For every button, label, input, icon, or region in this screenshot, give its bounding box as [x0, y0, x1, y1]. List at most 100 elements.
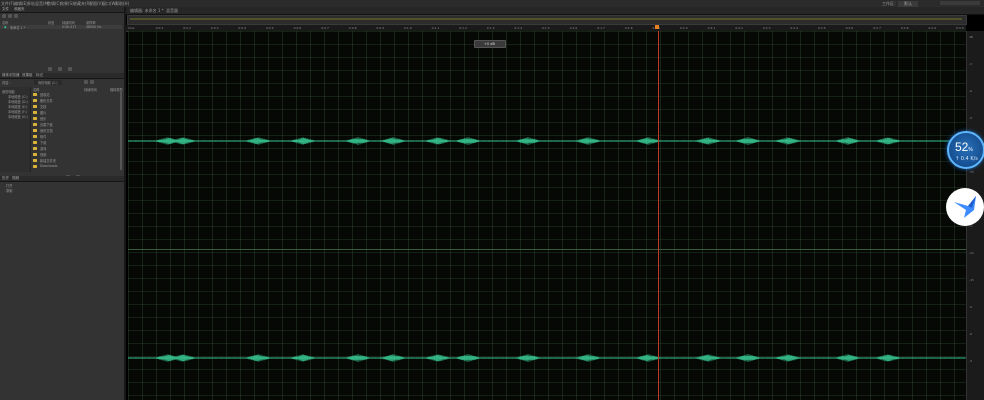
search-icon[interactable] — [58, 67, 62, 71]
waveform-svg — [128, 137, 966, 362]
tab-markers[interactable]: 标记 — [36, 73, 43, 78]
tree-item-g[interactable]: 本地磁盘 (G:) — [8, 114, 28, 119]
bird-icon — [954, 196, 976, 218]
list-item[interactable]: 下载 — [32, 140, 120, 145]
folder-icon — [33, 98, 37, 102]
waveform-file-icon: ◆ — [4, 25, 7, 29]
history-panel-header: 历史 视频 — [0, 176, 124, 182]
zoom-icon[interactable] — [48, 67, 52, 71]
scale-label: -21 — [969, 251, 974, 255]
list-item[interactable]: 文档 — [32, 104, 120, 109]
list-item[interactable]: 游戏 — [32, 146, 120, 151]
list-item-label: 视频 — [40, 153, 47, 157]
tab-video[interactable]: 视频 — [12, 176, 19, 181]
ruler-tick-label: 0:2.5 — [818, 26, 826, 30]
ruler-tick-label: 0:0.4 — [238, 26, 247, 30]
open-file-icon[interactable] — [2, 14, 6, 18]
folder-icon — [33, 140, 37, 144]
list-item[interactable]: 我的文档 — [32, 128, 120, 133]
editor-tabs: 编辑器: 未命名 1 * 混音器 — [126, 7, 984, 15]
media-panel-header: 媒体浏览器 效果组 标记 — [0, 73, 124, 79]
tab-favorites[interactable]: 收藏夹 — [14, 7, 25, 12]
back-icon[interactable] — [84, 80, 88, 84]
close-file-icon[interactable] — [14, 14, 18, 18]
ruler-tick-label: 0:0.1 — [155, 26, 164, 30]
ruler-tick-label: 0:0.5 — [266, 26, 274, 30]
list-item[interactable]: 迅雷下载 — [32, 122, 120, 127]
ruler-tick-label: 0:1.6 — [569, 26, 578, 30]
ruler-tick-label: 0:0.3 — [210, 26, 219, 30]
file-duration: 0:06.417 — [62, 25, 77, 29]
file-rate: 48000 Hz — [86, 25, 102, 29]
content-label: 内容： — [2, 81, 12, 85]
playhead-marker-icon[interactable] — [655, 25, 659, 29]
list-item[interactable]: 软件 — [32, 134, 120, 139]
folder-tree: 我的电脑 本地磁盘 (C:) 本地磁盘 (D:) 本地磁盘 (E:) 本地磁盘 … — [0, 87, 31, 172]
list-item[interactable]: 回收站 — [32, 92, 120, 97]
files-panel-header: 文件 收藏夹 — [0, 7, 124, 13]
delete-icon[interactable] — [68, 67, 72, 71]
tab-history[interactable]: 历史 — [2, 176, 9, 181]
waveform-tracks[interactable] — [128, 31, 966, 400]
folder-icon — [33, 110, 37, 114]
ruler-tick-label: 0:1.3 — [486, 26, 495, 30]
left-panel: 文件 收藏夹 名称 状态 持续时间 采样率 ◆ 未命名 1 * 0:06.417… — [0, 7, 126, 400]
network-speed-widget[interactable]: 52% ↑ 0.4 K/s — [947, 131, 984, 169]
list-item[interactable]: 音乐 — [32, 116, 120, 121]
tab-files[interactable]: 文件 — [2, 7, 9, 12]
list-item-label: 文档 — [40, 105, 47, 109]
folder-icon — [33, 122, 37, 126]
net-percent: 52% — [955, 140, 973, 154]
ruler-tick-label: 0:1.7 — [597, 26, 605, 30]
list-item-label: 回收站 — [40, 93, 50, 97]
ruler-tick-label: 0:1.2 — [459, 26, 467, 30]
list-item-label: 软件 — [40, 135, 47, 139]
tab-effects-rack[interactable]: 效果组 — [22, 73, 33, 78]
folder-icon — [33, 104, 37, 108]
playhead[interactable] — [658, 31, 659, 400]
media-list: 回收站 备份文件文档图片 音乐迅雷下载 我的文档软件 下载游戏视频 新建文件夹 Downlo… — [32, 92, 120, 172]
media-list-scrollbar[interactable] — [120, 92, 122, 170]
list-item[interactable]: 新建文件夹 — [32, 158, 120, 163]
scale-label: -9 — [969, 305, 972, 309]
ruler-tick-label: 0:0.8 — [348, 26, 357, 30]
ruler-tick-label: 0:1.1 — [431, 26, 440, 30]
list-item[interactable]: 视频 — [32, 152, 120, 157]
search-help-input[interactable] — [940, 1, 980, 5]
forward-icon[interactable] — [90, 80, 94, 84]
list-item-label: 游戏 — [40, 147, 47, 151]
list-item[interactable]: 备份文件 — [32, 98, 120, 103]
ruler-tick-label: 0:2.6 — [845, 26, 854, 30]
file-name: 未命名 1 * — [10, 26, 26, 30]
list-item-label: Downloads — [40, 164, 58, 168]
gain-value: +0 dB — [484, 41, 495, 46]
list-item-label: 图片 — [40, 111, 47, 115]
scale-label: -15 — [969, 170, 974, 174]
scale-label: -3 — [969, 62, 972, 66]
overview-bar[interactable] — [127, 15, 967, 25]
floating-bird-app[interactable] — [946, 188, 984, 226]
tab-mixer[interactable]: 混音器 — [166, 8, 178, 14]
list-item[interactable]: 图片 — [32, 110, 120, 115]
net-speed: ↑ 0.4 K/s — [955, 156, 978, 162]
tab-editor[interactable]: 编辑器: 未命名 1 * — [130, 8, 164, 14]
list-item-label: 迅雷下载 — [40, 123, 53, 127]
scale-label: dB — [969, 35, 973, 39]
ruler-tick-label: 0:1.5 — [542, 26, 550, 30]
folder-icon — [33, 134, 37, 138]
folder-icon — [33, 92, 37, 96]
scale-label: -9 — [969, 116, 972, 120]
ruler-tick-label: 0:0.2 — [183, 26, 191, 30]
file-row[interactable]: ◆ 未命名 1 * 0:06.417 48000 Hz — [0, 25, 122, 30]
history-item-record[interactable]: 录制 — [6, 188, 12, 193]
gain-hud[interactable]: +0 dB — [474, 40, 506, 48]
tab-media-browser[interactable]: 媒体浏览器 — [2, 73, 20, 78]
ruler-tick-label: 0:2.7 — [873, 26, 881, 30]
import-icon[interactable] — [8, 14, 12, 18]
ruler-tick-label: 0:1.0 — [404, 26, 412, 30]
list-item[interactable]: Downloads — [32, 164, 120, 168]
ruler-tick-label: 0:2.0 — [680, 26, 688, 30]
drive-select[interactable]: 我的电脑 (C:) — [34, 80, 62, 85]
ruler-tick-label: 0:2.3 — [762, 26, 771, 30]
scale-label: -6 — [969, 89, 972, 93]
